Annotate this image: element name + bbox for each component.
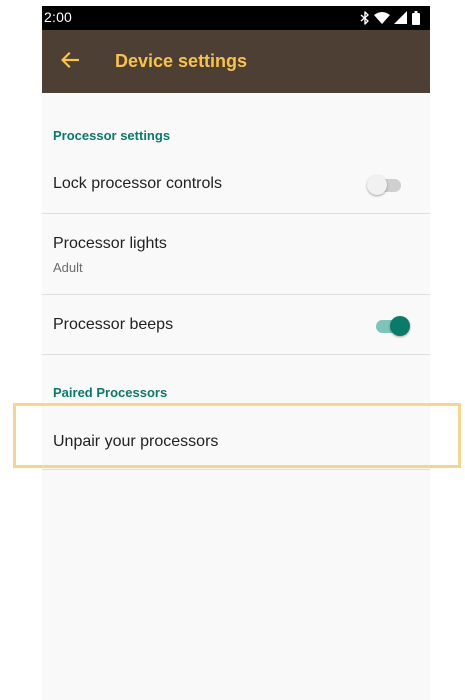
status-time: 2:00 <box>44 9 73 25</box>
page-title: Device settings <box>115 51 248 71</box>
status-icons <box>360 10 420 26</box>
app-bar: Device settings <box>42 30 430 93</box>
processor-lights-label: Processor lights <box>53 235 167 252</box>
back-button[interactable] <box>50 42 90 82</box>
status-bar: 2:00 <box>42 6 430 30</box>
processor-beeps-label: Processor beeps <box>53 316 174 333</box>
lock-processor-controls-row[interactable]: Lock processor controls <box>42 154 430 213</box>
processor-beeps-switch[interactable] <box>374 315 410 337</box>
section-header-paired-processors: Paired Processors <box>53 385 168 400</box>
switch-thumb <box>390 316 410 336</box>
device-screen: 2:00 Device settings Processor settings … <box>42 6 430 700</box>
divider <box>42 469 430 470</box>
processor-beeps-row[interactable]: Processor beeps <box>42 295 430 354</box>
back-arrow-icon <box>60 51 80 73</box>
page: 2:00 Device settings Processor settings … <box>0 0 465 700</box>
cellular-signal-icon <box>394 11 408 25</box>
processor-lights-row[interactable]: Processor lights Adult <box>42 214 430 294</box>
battery-icon <box>412 11 420 25</box>
unpair-processors-row[interactable]: Unpair your processors <box>42 412 430 469</box>
processor-lights-value: Adult <box>53 260 83 275</box>
unpair-processors-label: Unpair your processors <box>53 433 219 450</box>
wifi-icon <box>374 11 390 25</box>
lock-processor-controls-switch[interactable] <box>367 174 403 196</box>
bluetooth-icon <box>360 11 370 25</box>
divider <box>42 354 430 355</box>
lock-processor-controls-label: Lock processor controls <box>53 175 222 192</box>
switch-thumb <box>367 175 387 195</box>
section-header-processor-settings: Processor settings <box>53 128 171 143</box>
